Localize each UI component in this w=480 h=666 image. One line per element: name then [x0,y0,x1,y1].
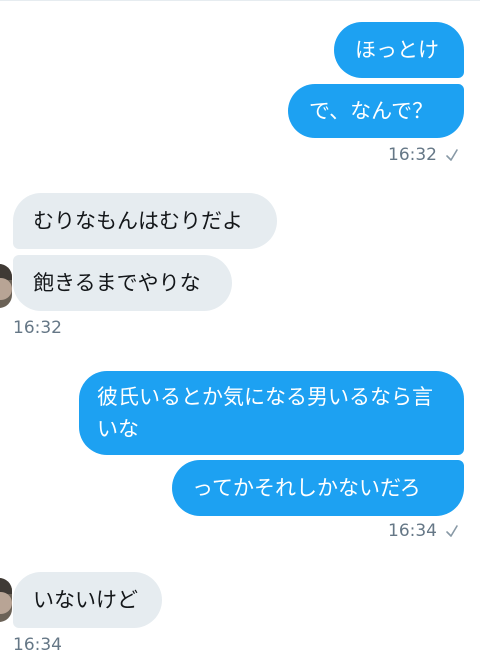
message-text: 飽きるまでやりな [33,271,201,295]
message-bubble-sent[interactable]: 彼氏いるとか気になる男いるなら言いな [79,371,464,455]
timestamp: 16:32 [13,318,62,338]
message-text: ほっとけ [355,38,439,62]
avatar-face [0,592,12,614]
message-meta: 16:32 [388,145,459,165]
message-bubble-received[interactable]: いないけど [13,572,162,628]
timestamp: 16:32 [388,145,437,165]
message-bubble-received[interactable]: 飽きるまでやりな [13,255,232,311]
message-bubble-sent[interactable]: で、なんで？ [288,84,464,138]
top-divider [0,0,480,1]
message-text: いないけど [33,588,138,612]
message-meta: 16:34 [388,521,459,541]
check-icon [446,525,458,537]
message-text: むりなもんはむりだよ [33,209,243,233]
message-bubble-received[interactable]: むりなもんはむりだよ [13,193,277,249]
message-bubble-sent[interactable]: ほっとけ [334,22,464,78]
message-bubble-sent[interactable]: ってかそれしかないだろ [172,460,464,516]
avatar-face [0,278,12,300]
message-text: ってかそれしかないだろ [192,476,421,500]
message-meta: 16:34 [13,635,62,655]
timestamp: 16:34 [388,521,437,541]
avatar[interactable] [0,264,12,308]
avatar[interactable] [0,578,12,622]
timestamp: 16:34 [13,635,62,655]
message-text: 彼氏いるとか気になる男いるなら言いな [97,385,433,441]
message-meta: 16:32 [13,318,62,338]
check-icon [446,149,458,161]
message-text: で、なんで？ [309,99,434,123]
